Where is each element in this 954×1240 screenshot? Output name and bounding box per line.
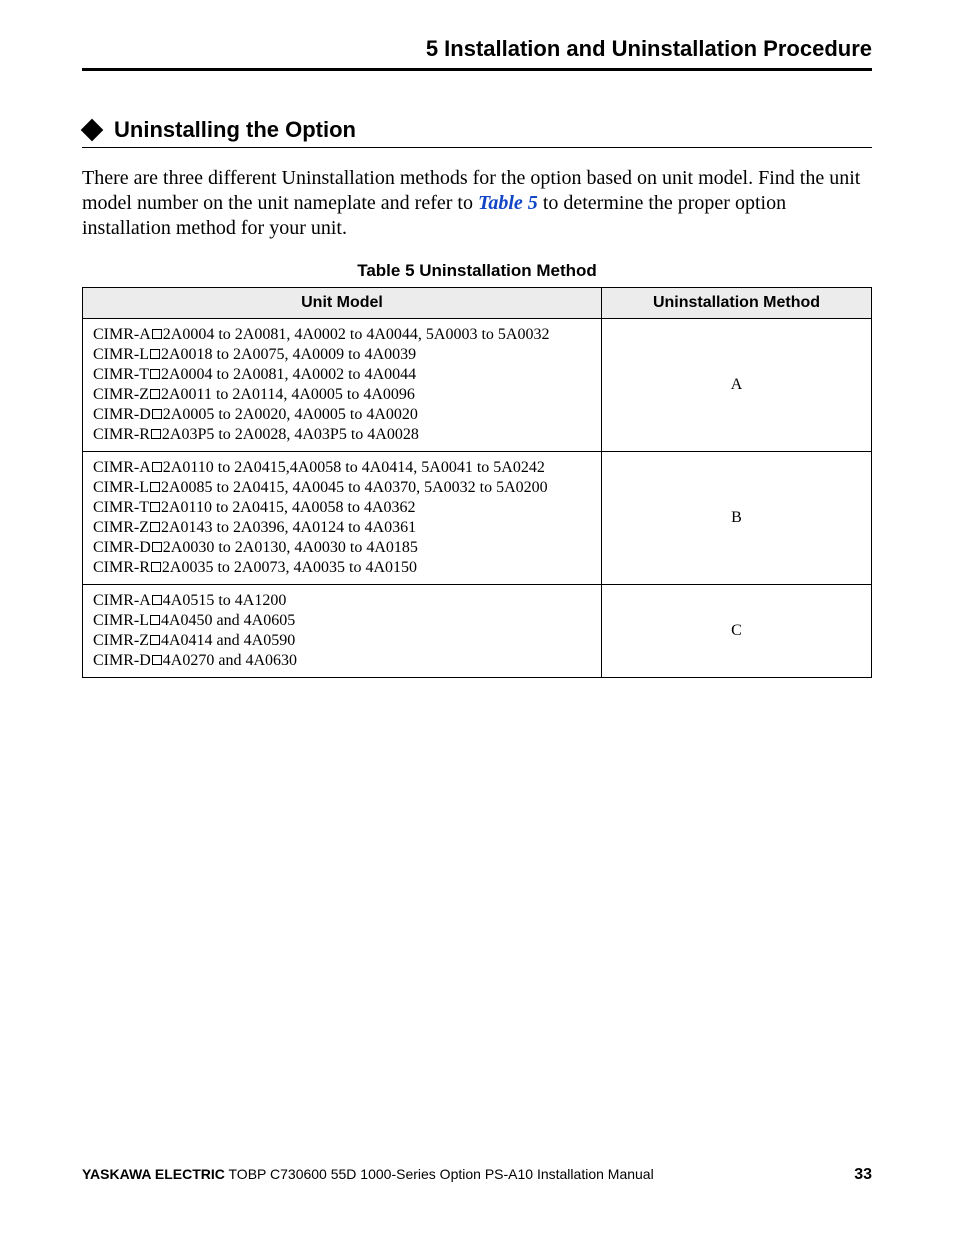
placeholder-square-icon bbox=[150, 389, 160, 399]
model-line: CIMR-T 2A0004 to 2A0081, 4A0002 to 4A0044 bbox=[93, 365, 591, 385]
placeholder-square-icon bbox=[150, 482, 160, 492]
placeholder-square-icon bbox=[150, 635, 160, 645]
method-cell: B bbox=[602, 452, 872, 585]
model-line: CIMR-D 2A0030 to 2A0130, 4A0030 to 4A0185 bbox=[93, 538, 591, 558]
model-prefix: CIMR-D bbox=[93, 652, 151, 669]
method-cell: A bbox=[602, 319, 872, 452]
model-rest: 2A03P5 to 2A0028, 4A03P5 to 4A0028 bbox=[162, 426, 419, 443]
model-prefix: CIMR-Z bbox=[93, 519, 149, 536]
placeholder-square-icon bbox=[151, 429, 161, 439]
model-prefix: CIMR-Z bbox=[93, 386, 149, 403]
model-rest: 2A0035 to 2A0073, 4A0035 to 4A0150 bbox=[162, 559, 417, 576]
model-line: CIMR-D 2A0005 to 2A0020, 4A0005 to 4A0020 bbox=[93, 405, 591, 425]
model-rest: 4A0515 to 4A1200 bbox=[163, 592, 287, 609]
intro-paragraph: There are three different Uninstallation… bbox=[82, 166, 872, 241]
footer-left: YASKAWA ELECTRIC TOBP C730600 55D 1000-S… bbox=[82, 1166, 654, 1182]
model-prefix: CIMR-L bbox=[93, 612, 149, 629]
model-line: CIMR-L 2A0085 to 2A0415, 4A0045 to 4A0370… bbox=[93, 478, 591, 498]
model-rest: 2A0004 to 2A0081, 4A0002 to 4A0044, 5A00… bbox=[163, 326, 550, 343]
model-prefix: CIMR-R bbox=[93, 559, 150, 576]
page-footer: YASKAWA ELECTRIC TOBP C730600 55D 1000-S… bbox=[82, 1166, 872, 1184]
page-number: 33 bbox=[854, 1166, 872, 1184]
placeholder-square-icon bbox=[150, 502, 160, 512]
unit-model-cell: CIMR-A 4A0515 to 4A1200 CIMR-L 4A0450 and 4… bbox=[83, 585, 602, 678]
table-row: CIMR-A 4A0515 to 4A1200 CIMR-L 4A0450 and 4… bbox=[83, 585, 872, 678]
model-rest: 2A0085 to 2A0415, 4A0045 to 4A0370, 5A00… bbox=[161, 479, 548, 496]
model-line: CIMR-A 2A0110 to 2A0415,4A0058 to 4A0414,… bbox=[93, 458, 591, 478]
model-prefix: CIMR-D bbox=[93, 406, 151, 423]
model-line: CIMR-A 2A0004 to 2A0081, 4A0002 to 4A0044… bbox=[93, 325, 591, 345]
model-rest: 2A0018 to 2A0075, 4A0009 to 4A0039 bbox=[161, 346, 416, 363]
model-rest: 2A0005 to 2A0020, 4A0005 to 4A0020 bbox=[163, 406, 418, 423]
table-row: CIMR-A 2A0110 to 2A0415,4A0058 to 4A0414,… bbox=[83, 452, 872, 585]
placeholder-square-icon bbox=[150, 349, 160, 359]
col-header-model: Unit Model bbox=[83, 288, 602, 319]
model-prefix: CIMR-A bbox=[93, 592, 151, 609]
placeholder-square-icon bbox=[152, 329, 162, 339]
model-prefix: CIMR-R bbox=[93, 426, 150, 443]
placeholder-square-icon bbox=[152, 655, 162, 665]
placeholder-square-icon bbox=[152, 462, 162, 472]
placeholder-square-icon bbox=[152, 595, 162, 605]
model-rest: 2A0110 to 2A0415, 4A0058 to 4A0362 bbox=[161, 499, 416, 516]
model-line: CIMR-T 2A0110 to 2A0415, 4A0058 to 4A0362 bbox=[93, 498, 591, 518]
placeholder-square-icon bbox=[150, 522, 160, 532]
uninstallation-method-table: Unit Model Uninstallation Method CIMR-A 2… bbox=[82, 287, 872, 678]
model-rest: 2A0110 to 2A0415,4A0058 to 4A0414, 5A004… bbox=[163, 459, 545, 476]
placeholder-square-icon bbox=[150, 615, 160, 625]
model-prefix: CIMR-T bbox=[93, 499, 149, 516]
unit-model-cell: CIMR-A 2A0110 to 2A0415,4A0058 to 4A0414,… bbox=[83, 452, 602, 585]
running-head: 5 Installation and Uninstallation Proced… bbox=[82, 36, 872, 71]
diamond-icon bbox=[81, 119, 104, 142]
model-line: CIMR-L 4A0450 and 4A0605 bbox=[93, 611, 591, 631]
model-rest: 4A0414 and 4A0590 bbox=[161, 632, 295, 649]
model-prefix: CIMR-L bbox=[93, 479, 149, 496]
placeholder-square-icon bbox=[152, 409, 162, 419]
model-prefix: CIMR-Z bbox=[93, 632, 149, 649]
model-line: CIMR-Z 2A0143 to 2A0396, 4A0124 to 4A0361 bbox=[93, 518, 591, 538]
table-caption: Table 5 Uninstallation Method bbox=[82, 261, 872, 281]
model-rest: 2A0030 to 2A0130, 4A0030 to 4A0185 bbox=[163, 539, 418, 556]
model-prefix: CIMR-A bbox=[93, 326, 151, 343]
model-line: CIMR-A 4A0515 to 4A1200 bbox=[93, 591, 591, 611]
section-heading-text: Uninstalling the Option bbox=[114, 117, 356, 143]
model-prefix: CIMR-L bbox=[93, 346, 149, 363]
footer-doc: TOBP C730600 55D 1000-Series Option PS-A… bbox=[225, 1166, 654, 1182]
model-line: CIMR-R 2A03P5 to 2A0028, 4A03P5 to 4A0028 bbox=[93, 425, 591, 445]
placeholder-square-icon bbox=[151, 562, 161, 572]
model-rest: 2A0004 to 2A0081, 4A0002 to 4A0044 bbox=[161, 366, 416, 383]
model-line: CIMR-D 4A0270 and 4A0630 bbox=[93, 651, 591, 671]
model-line: CIMR-L 2A0018 to 2A0075, 4A0009 to 4A0039 bbox=[93, 345, 591, 365]
method-cell: C bbox=[602, 585, 872, 678]
model-rest: 2A0143 to 2A0396, 4A0124 to 4A0361 bbox=[161, 519, 416, 536]
model-rest: 4A0270 and 4A0630 bbox=[163, 652, 297, 669]
placeholder-square-icon bbox=[152, 542, 162, 552]
table-reference-link[interactable]: Table 5 bbox=[478, 192, 538, 214]
model-prefix: CIMR-D bbox=[93, 539, 151, 556]
model-prefix: CIMR-A bbox=[93, 459, 151, 476]
col-header-method: Uninstallation Method bbox=[602, 288, 872, 319]
footer-brand: YASKAWA ELECTRIC bbox=[82, 1166, 225, 1182]
model-line: CIMR-R 2A0035 to 2A0073, 4A0035 to 4A0150 bbox=[93, 558, 591, 578]
model-line: CIMR-Z 2A0011 to 2A0114, 4A0005 to 4A0096 bbox=[93, 385, 591, 405]
unit-model-cell: CIMR-A 2A0004 to 2A0081, 4A0002 to 4A0044… bbox=[83, 319, 602, 452]
model-prefix: CIMR-T bbox=[93, 366, 149, 383]
table-row: CIMR-A 2A0004 to 2A0081, 4A0002 to 4A0044… bbox=[83, 319, 872, 452]
model-rest: 2A0011 to 2A0114, 4A0005 to 4A0096 bbox=[161, 386, 415, 403]
model-line: CIMR-Z 4A0414 and 4A0590 bbox=[93, 631, 591, 651]
model-rest: 4A0450 and 4A0605 bbox=[161, 612, 295, 629]
section-heading: Uninstalling the Option bbox=[82, 117, 872, 148]
placeholder-square-icon bbox=[150, 369, 160, 379]
